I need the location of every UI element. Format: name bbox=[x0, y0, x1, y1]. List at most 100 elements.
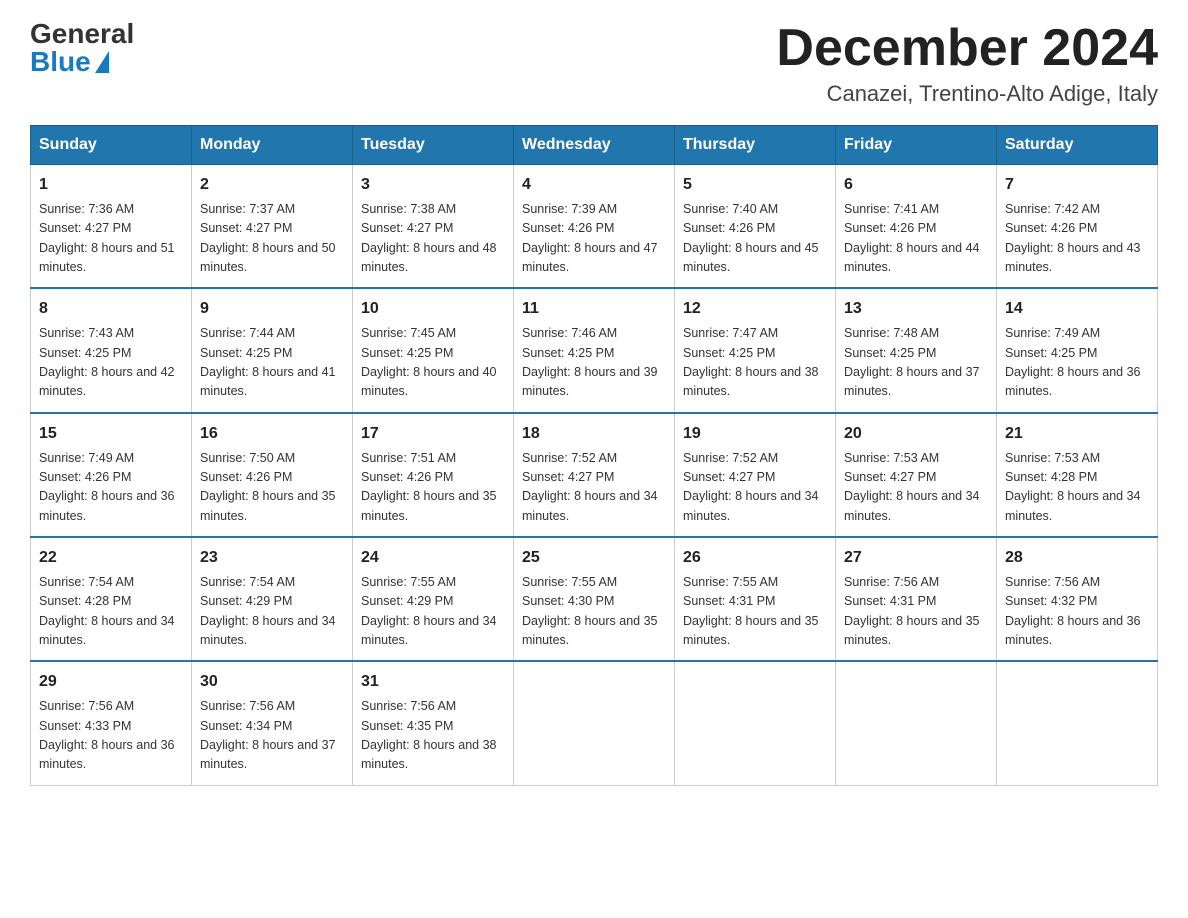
daylight-text: Daylight: 8 hours and 50 minutes. bbox=[200, 241, 336, 274]
day-number: 4 bbox=[522, 173, 666, 198]
title-area: December 2024 Canazei, Trentino-Alto Adi… bbox=[776, 20, 1158, 107]
daylight-text: Daylight: 8 hours and 41 minutes. bbox=[200, 365, 336, 398]
sunset-text: Sunset: 4:32 PM bbox=[1005, 594, 1097, 608]
daylight-text: Daylight: 8 hours and 47 minutes. bbox=[522, 241, 658, 274]
day-number: 10 bbox=[361, 297, 505, 322]
day-number: 23 bbox=[200, 546, 344, 571]
sunrise-text: Sunrise: 7:55 AM bbox=[522, 575, 617, 589]
sunrise-text: Sunrise: 7:40 AM bbox=[683, 202, 778, 216]
daylight-text: Daylight: 8 hours and 38 minutes. bbox=[361, 738, 497, 771]
day-number: 30 bbox=[200, 670, 344, 695]
sunrise-text: Sunrise: 7:50 AM bbox=[200, 451, 295, 465]
calendar-week-1: 1 Sunrise: 7:36 AM Sunset: 4:27 PM Daylight… bbox=[31, 165, 1158, 289]
table-row: 18Sunrise: 7:52 AMSunset: 4:27 PMDayligh… bbox=[514, 413, 675, 537]
day-number: 20 bbox=[844, 422, 988, 447]
daylight-text: Daylight: 8 hours and 35 minutes. bbox=[683, 614, 819, 647]
daylight-text: Daylight: 8 hours and 34 minutes. bbox=[522, 489, 658, 522]
sunrise-text: Sunrise: 7:45 AM bbox=[361, 326, 456, 340]
sunrise-text: Sunrise: 7:46 AM bbox=[522, 326, 617, 340]
col-sunday: Sunday bbox=[31, 126, 192, 165]
sunrise-text: Sunrise: 7:49 AM bbox=[39, 451, 134, 465]
sunset-text: Sunset: 4:27 PM bbox=[361, 221, 453, 235]
table-row: 15 Sunrise: 7:49 AM Sunset: 4:26 PM Dayligh… bbox=[31, 413, 192, 537]
sunset-text: Sunset: 4:31 PM bbox=[844, 594, 936, 608]
daylight-text: Daylight: 8 hours and 48 minutes. bbox=[361, 241, 497, 274]
table-row: 25Sunrise: 7:55 AMSunset: 4:30 PMDayligh… bbox=[514, 537, 675, 661]
table-row: 29Sunrise: 7:56 AMSunset: 4:33 PMDayligh… bbox=[31, 661, 192, 785]
sunrise-text: Sunrise: 7:37 AM bbox=[200, 202, 295, 216]
sunrise-text: Sunrise: 7:56 AM bbox=[361, 699, 456, 713]
sunset-text: Sunset: 4:26 PM bbox=[683, 221, 775, 235]
day-number: 8 bbox=[39, 297, 183, 322]
day-number: 15 bbox=[39, 422, 183, 447]
sunset-text: Sunset: 4:25 PM bbox=[1005, 346, 1097, 360]
table-row: 3Sunrise: 7:38 AMSunset: 4:27 PMDaylight… bbox=[353, 165, 514, 289]
sunrise-text: Sunrise: 7:53 AM bbox=[1005, 451, 1100, 465]
table-row bbox=[997, 661, 1158, 785]
table-row: 30Sunrise: 7:56 AMSunset: 4:34 PMDayligh… bbox=[192, 661, 353, 785]
day-number: 28 bbox=[1005, 546, 1149, 571]
daylight-text: Daylight: 8 hours and 36 minutes. bbox=[1005, 365, 1141, 398]
sunset-text: Sunset: 4:26 PM bbox=[844, 221, 936, 235]
sunrise-text: Sunrise: 7:53 AM bbox=[844, 451, 939, 465]
sunrise-text: Sunrise: 7:55 AM bbox=[683, 575, 778, 589]
sunrise-text: Sunrise: 7:56 AM bbox=[39, 699, 134, 713]
daylight-text: Daylight: 8 hours and 36 minutes. bbox=[39, 489, 175, 522]
sunset-text: Sunset: 4:27 PM bbox=[200, 221, 292, 235]
table-row: 1Sunrise: 7:36 AMSunset: 4:27 PMDaylight… bbox=[31, 165, 192, 289]
sunset-text: Sunset: 4:25 PM bbox=[844, 346, 936, 360]
sunrise-text: Sunrise: 7:49 AM bbox=[1005, 326, 1100, 340]
day-number: 11 bbox=[522, 297, 666, 322]
logo-blue-text: Blue bbox=[30, 48, 109, 76]
daylight-text: Daylight: 8 hours and 37 minutes. bbox=[200, 738, 336, 771]
daylight-text: Daylight: 8 hours and 37 minutes. bbox=[844, 365, 980, 398]
day-number: 25 bbox=[522, 546, 666, 571]
logo-triangle-icon bbox=[95, 51, 109, 73]
sunrise-text: Sunrise: 7:52 AM bbox=[522, 451, 617, 465]
sunrise-text: Sunrise: 7:36 AM bbox=[39, 202, 134, 216]
sunset-text: Sunset: 4:25 PM bbox=[200, 346, 292, 360]
sunrise-text: Sunrise: 7:55 AM bbox=[361, 575, 456, 589]
day-number: 18 bbox=[522, 422, 666, 447]
day-number: 26 bbox=[683, 546, 827, 571]
col-wednesday: Wednesday bbox=[514, 126, 675, 165]
table-row: 13Sunrise: 7:48 AMSunset: 4:25 PMDayligh… bbox=[836, 288, 997, 412]
sunset-text: Sunset: 4:28 PM bbox=[39, 594, 131, 608]
day-number: 16 bbox=[200, 422, 344, 447]
sunset-text: Sunset: 4:35 PM bbox=[361, 719, 453, 733]
table-row: 22Sunrise: 7:54 AMSunset: 4:28 PMDayligh… bbox=[31, 537, 192, 661]
table-row: 2 Sunrise: 7:37 AM Sunset: 4:27 PM Daylight… bbox=[192, 165, 353, 289]
sunset-text: Sunset: 4:25 PM bbox=[683, 346, 775, 360]
day-number: 12 bbox=[683, 297, 827, 322]
table-row: 8Sunrise: 7:43 AMSunset: 4:25 PMDaylight… bbox=[31, 288, 192, 412]
sunset-text: Sunset: 4:28 PM bbox=[1005, 470, 1097, 484]
daylight-text: Daylight: 8 hours and 34 minutes. bbox=[1005, 489, 1141, 522]
logo: General Blue bbox=[30, 20, 134, 76]
table-row bbox=[675, 661, 836, 785]
sunrise-text: Sunrise: 7:38 AM bbox=[361, 202, 456, 216]
table-row: 21Sunrise: 7:53 AMSunset: 4:28 PMDayligh… bbox=[997, 413, 1158, 537]
table-row: 7Sunrise: 7:42 AMSunset: 4:26 PMDaylight… bbox=[997, 165, 1158, 289]
table-row: 26Sunrise: 7:55 AMSunset: 4:31 PMDayligh… bbox=[675, 537, 836, 661]
sunset-text: Sunset: 4:26 PM bbox=[200, 470, 292, 484]
sunset-text: Sunset: 4:27 PM bbox=[844, 470, 936, 484]
table-row bbox=[514, 661, 675, 785]
day-number: 2 bbox=[200, 173, 344, 198]
day-number: 7 bbox=[1005, 173, 1149, 198]
table-row: 27Sunrise: 7:56 AMSunset: 4:31 PMDayligh… bbox=[836, 537, 997, 661]
table-row: 31Sunrise: 7:56 AMSunset: 4:35 PMDayligh… bbox=[353, 661, 514, 785]
day-number: 1 bbox=[39, 173, 183, 198]
sunset-text: Sunset: 4:30 PM bbox=[522, 594, 614, 608]
sunrise-text: Sunrise: 7:51 AM bbox=[361, 451, 456, 465]
sunset-text: Sunset: 4:25 PM bbox=[522, 346, 614, 360]
calendar-week-4: 22Sunrise: 7:54 AMSunset: 4:28 PMDayligh… bbox=[31, 537, 1158, 661]
table-row: 28Sunrise: 7:56 AMSunset: 4:32 PMDayligh… bbox=[997, 537, 1158, 661]
table-row: 12Sunrise: 7:47 AMSunset: 4:25 PMDayligh… bbox=[675, 288, 836, 412]
daylight-text: Daylight: 8 hours and 35 minutes. bbox=[844, 614, 980, 647]
table-row: 19Sunrise: 7:52 AMSunset: 4:27 PMDayligh… bbox=[675, 413, 836, 537]
table-row: 10Sunrise: 7:45 AMSunset: 4:25 PMDayligh… bbox=[353, 288, 514, 412]
sunset-text: Sunset: 4:25 PM bbox=[361, 346, 453, 360]
sunset-text: Sunset: 4:29 PM bbox=[200, 594, 292, 608]
sunset-text: Sunset: 4:26 PM bbox=[39, 470, 131, 484]
day-number: 24 bbox=[361, 546, 505, 571]
